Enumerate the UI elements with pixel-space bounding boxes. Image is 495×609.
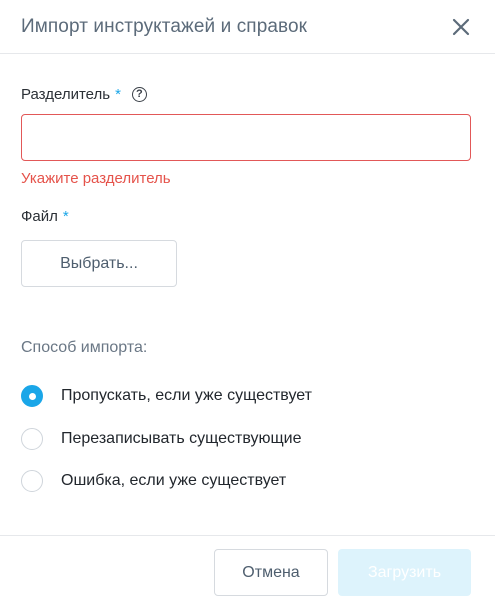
radio-button[interactable]: [21, 470, 43, 492]
choose-file-button[interactable]: Выбрать...: [21, 240, 177, 287]
dialog-header: Импорт инструктажей и справок: [0, 0, 495, 54]
separator-error: Укажите разделитель: [21, 170, 171, 187]
file-label-row: Файл *: [21, 208, 69, 225]
radio-option-skip[interactable]: Пропускать, если уже существует: [21, 383, 312, 409]
close-icon[interactable]: [449, 15, 473, 39]
required-mark: *: [115, 86, 121, 103]
import-mode-label: Способ импорта:: [21, 339, 148, 356]
radio-button[interactable]: [21, 428, 43, 450]
radio-label: Ошибка, если уже существует: [61, 472, 287, 489]
required-mark: *: [62, 208, 69, 225]
radio-label: Пропускать, если уже существует: [61, 387, 312, 404]
file-label: Файл: [21, 208, 58, 225]
radio-label: Перезаписывать существующие: [61, 430, 302, 447]
dialog-title: Импорт инструктажей и справок: [21, 16, 308, 37]
radio-button-checked[interactable]: [21, 385, 43, 407]
radio-option-error[interactable]: Ошибка, если уже существует: [21, 468, 286, 494]
separator-label: Разделитель: [21, 86, 111, 103]
cancel-button[interactable]: Отмена: [214, 549, 328, 596]
separator-input[interactable]: [21, 114, 471, 161]
import-dialog: Импорт инструктажей и справок Разделител…: [0, 0, 495, 609]
separator-label-row: Разделитель * ?: [21, 86, 147, 103]
radio-option-overwrite[interactable]: Перезаписывать существующие: [21, 426, 302, 452]
question-circle-icon[interactable]: ?: [131, 87, 147, 102]
upload-button[interactable]: Загрузить: [338, 549, 471, 596]
